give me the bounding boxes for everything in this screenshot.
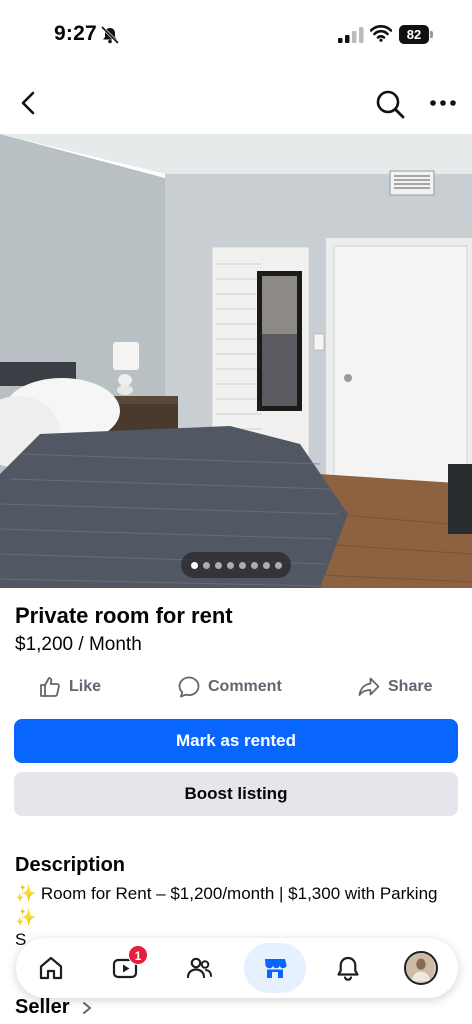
pager-dot[interactable]: [238, 561, 246, 569]
listing-price: $1,200 / Month: [15, 634, 142, 655]
pager-dot[interactable]: [226, 561, 234, 569]
wifi-icon: [370, 25, 392, 42]
photo-pager[interactable]: [181, 552, 291, 578]
pager-dot[interactable]: [214, 561, 222, 569]
home-icon: [39, 956, 63, 980]
description-text: ✨ Room for Rent – $1,200/month | $1,300 …: [15, 882, 455, 930]
avatar: [404, 951, 438, 985]
share-button[interactable]: Share: [357, 672, 432, 702]
search-icon[interactable]: [374, 88, 406, 120]
tab-home[interactable]: [26, 943, 76, 993]
marketplace-store-icon: [265, 959, 287, 978]
status-time: 9:27: [54, 22, 97, 45]
more-options-icon[interactable]: [428, 98, 458, 108]
seller-label: Seller: [15, 996, 70, 1018]
listing-title: Private room for rent: [15, 603, 233, 628]
boost-listing-button[interactable]: Boost listing: [14, 772, 458, 816]
bell-slash-icon: [100, 26, 120, 44]
tab-marketplace[interactable]: [244, 943, 306, 993]
engagement-actions: Like Comment Share: [0, 672, 472, 702]
pager-dot[interactable]: [262, 561, 270, 569]
battery-indicator: 82: [399, 25, 433, 44]
back-arrow-icon[interactable]: [16, 90, 42, 116]
battery-tip: [430, 31, 433, 38]
tab-notifications[interactable]: [323, 943, 373, 993]
pager-dot[interactable]: [202, 561, 210, 569]
description-body: Room for Rent – $1,200/month | $1,300 wi…: [36, 884, 438, 903]
description-heading: Description: [15, 854, 126, 876]
comment-icon: [178, 676, 200, 698]
bell-icon: [337, 956, 359, 981]
tab-profile[interactable]: [396, 943, 446, 993]
tab-friends[interactable]: [174, 943, 224, 993]
sparkles-icon: ✨: [15, 884, 37, 903]
thumbs-up-icon: [40, 677, 60, 697]
avatar-image: [406, 953, 434, 981]
comment-button[interactable]: Comment: [177, 672, 282, 702]
comment-label: Comment: [208, 678, 282, 695]
friends-icon: [186, 957, 212, 979]
like-label: Like: [69, 678, 102, 695]
chevron-right-icon: [83, 1001, 92, 1014]
status-bar: 9:27 82: [0, 0, 472, 70]
pager-dot[interactable]: [274, 561, 282, 569]
pager-dot[interactable]: [190, 561, 198, 569]
room-photo-image: [0, 134, 472, 588]
listing-photo[interactable]: [0, 134, 472, 588]
seller-section[interactable]: Seller: [15, 996, 93, 1019]
pager-dot[interactable]: [250, 561, 258, 569]
nav-header: [0, 78, 472, 128]
notification-badge: 1: [128, 945, 148, 965]
bottom-tab-bar: 1: [16, 938, 458, 998]
tab-video[interactable]: 1: [100, 943, 150, 993]
like-button[interactable]: Like: [38, 672, 101, 702]
signal-icon: [338, 27, 364, 43]
share-label: Share: [388, 678, 433, 695]
share-arrow-icon: [358, 677, 380, 696]
mark-as-rented-button[interactable]: Mark as rented: [14, 719, 458, 763]
battery-level: 82: [399, 25, 429, 44]
sparkles-icon: ✨: [15, 908, 37, 927]
